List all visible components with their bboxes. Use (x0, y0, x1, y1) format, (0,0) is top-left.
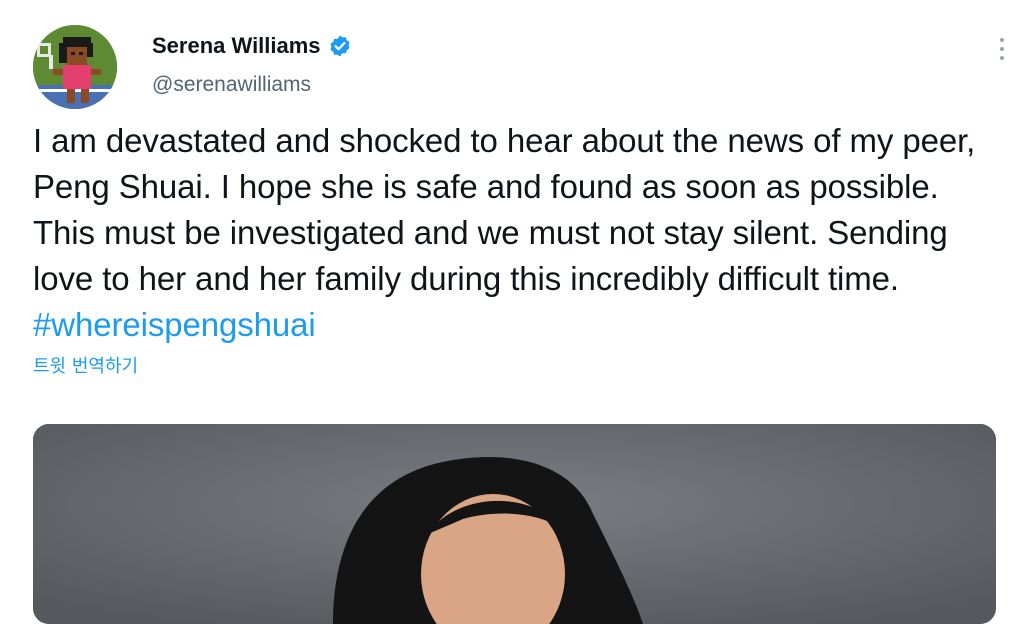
tweet-text-body: I am devastated and shocked to hear abou… (33, 122, 976, 297)
author-name[interactable]: Serena Williams (152, 32, 321, 60)
more-options-icon[interactable] (992, 36, 1012, 62)
verified-badge-icon (328, 34, 352, 58)
author-handle[interactable]: @serenawilliams (152, 71, 311, 99)
tweet-media-image[interactable] (33, 424, 996, 624)
avatar[interactable] (33, 25, 117, 109)
tweet-text: I am devastated and shocked to hear abou… (33, 118, 1003, 348)
hashtag-link[interactable]: #whereispengshuai (33, 306, 316, 343)
pixel-tennis-player-avatar-icon (33, 25, 117, 109)
translate-tweet-link[interactable]: 트윗 번역하기 (33, 355, 138, 379)
photo-image (33, 424, 996, 624)
author-name-row[interactable]: Serena Williams (152, 32, 352, 60)
